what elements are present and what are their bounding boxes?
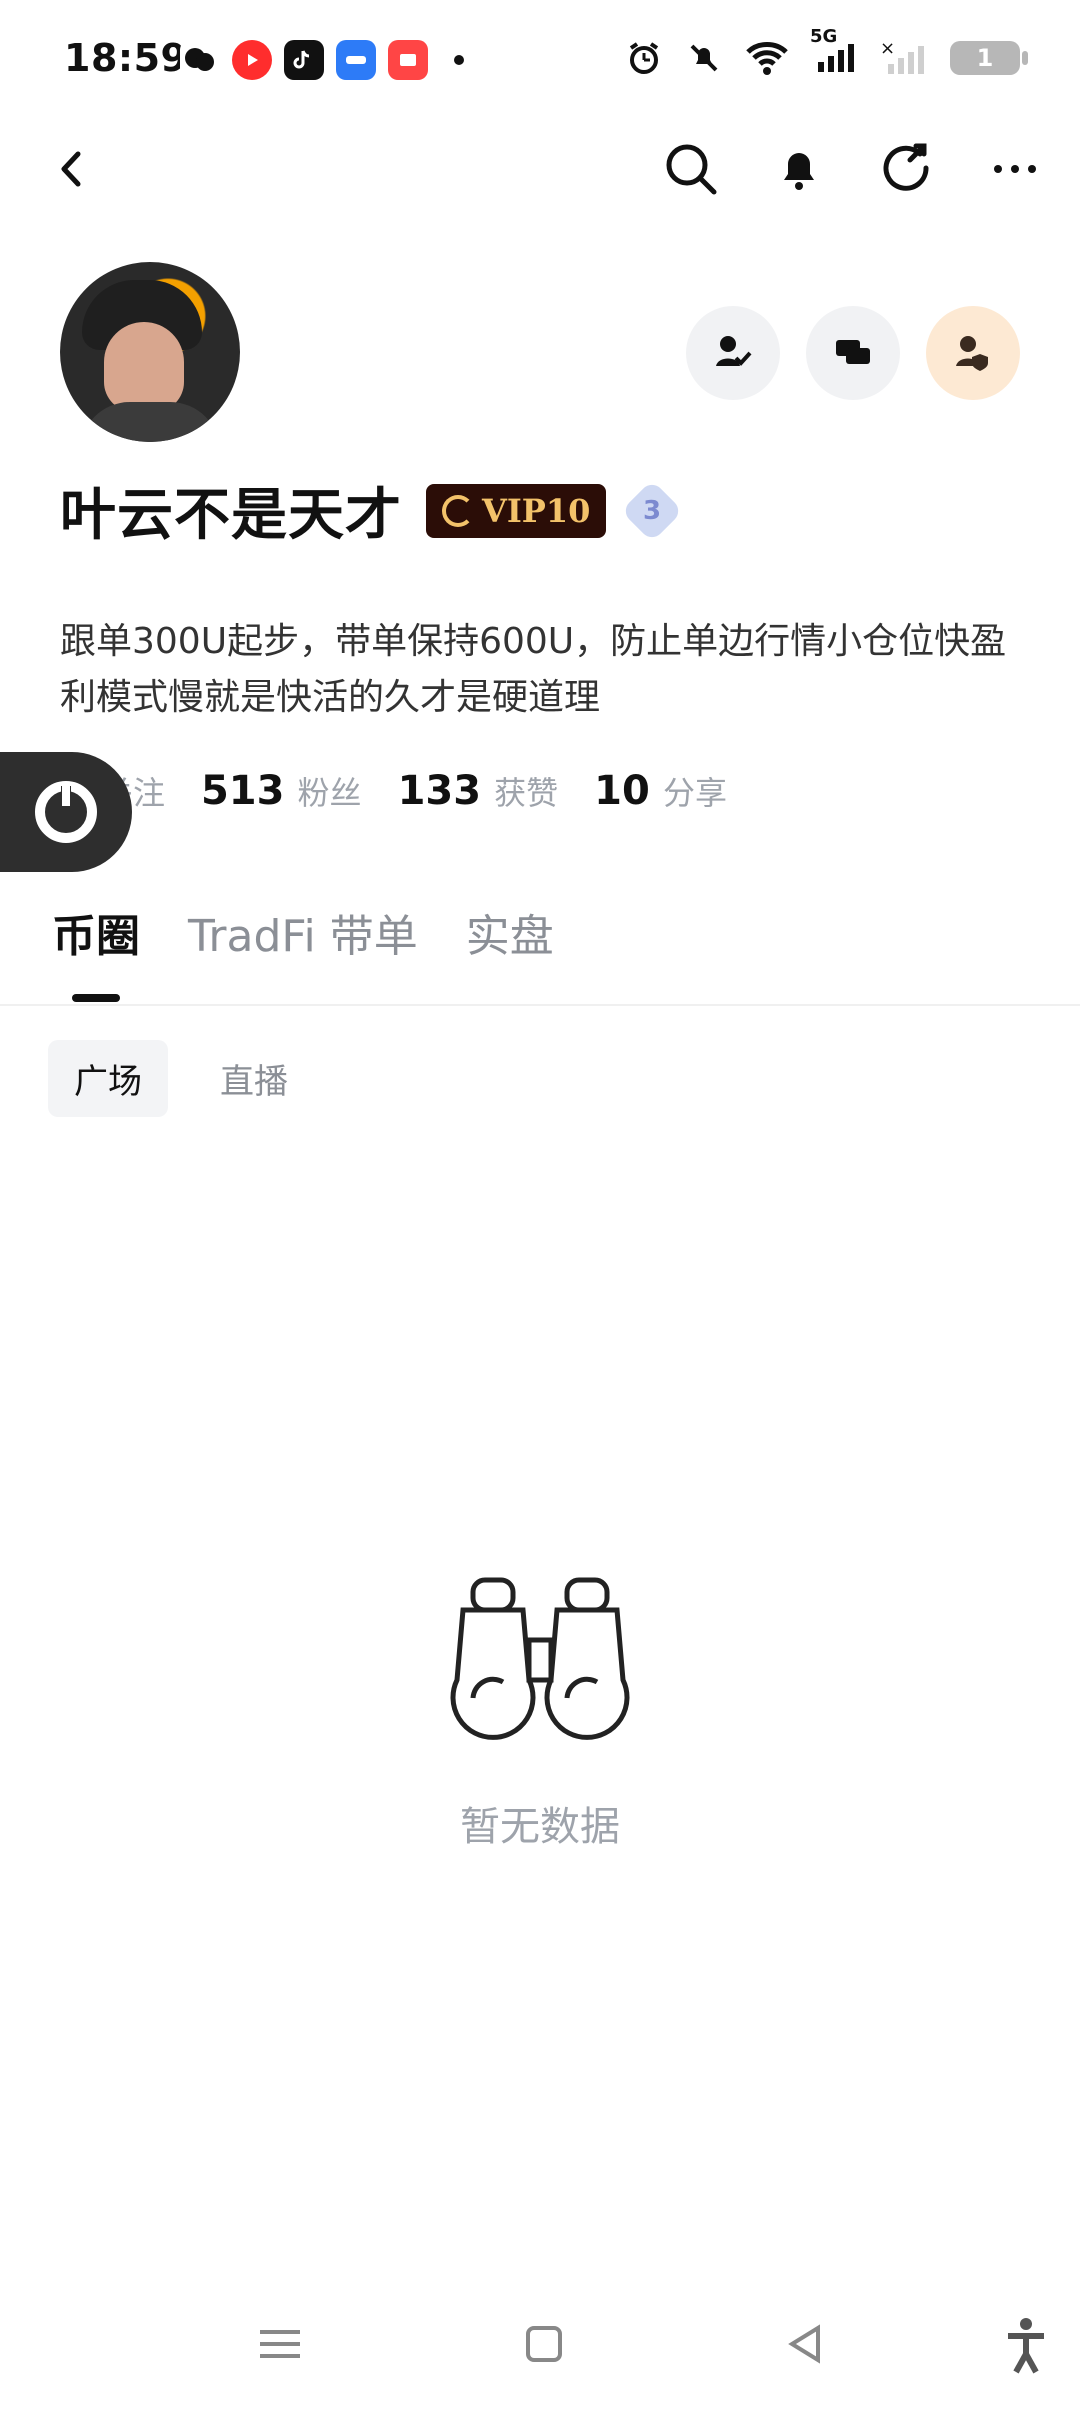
stat-likes-value: 133: [397, 768, 482, 814]
home-icon[interactable]: [512, 2312, 576, 2376]
avatar-shirt: [80, 402, 220, 442]
avatar[interactable]: [60, 262, 240, 442]
vip-ring-icon: [442, 494, 474, 527]
svg-text:×: ×: [880, 38, 895, 59]
tab-live-trading[interactable]: 实盘: [466, 900, 554, 964]
wifi-icon: [746, 42, 788, 75]
alarm-icon: [629, 42, 659, 74]
message-button[interactable]: [806, 306, 900, 400]
autohome-icon: [336, 40, 376, 80]
stat-followers-value: 513: [200, 768, 285, 814]
name-row: 叶云不是天才 VIP10 3: [60, 470, 684, 551]
user-shield-icon: [956, 336, 988, 371]
search-icon[interactable]: [662, 140, 720, 198]
tabs-divider: [0, 1004, 1080, 1006]
top-actions: [662, 140, 1044, 198]
notification-icons: [180, 40, 464, 80]
signal-off-icon: ×: [880, 38, 924, 74]
stat-followers[interactable]: 513 粉丝: [201, 768, 362, 814]
tab-crypto[interactable]: 币圈: [52, 900, 140, 964]
stat-shares[interactable]: 10 分享: [594, 768, 727, 814]
subtab-square[interactable]: 广场: [48, 1040, 168, 1117]
avatar-face: [104, 322, 184, 412]
vip-label: VIP10: [482, 491, 591, 530]
status-time: 18:59: [64, 36, 188, 80]
follow-check-button[interactable]: [686, 306, 780, 400]
tiktok-icon: [284, 40, 324, 80]
level-label: 3: [643, 495, 662, 526]
stat-likes-label: 获赞: [494, 774, 559, 812]
battery-level: 1: [976, 44, 994, 72]
tab-tradfi[interactable]: TradFi 带单: [188, 900, 418, 964]
network-label: 5G: [810, 26, 838, 47]
empty-state: 暂无数据: [0, 1570, 1080, 1852]
profile-stats: 6 关注 513 粉丝 133 获赞 10 分享: [60, 768, 727, 814]
top-navigation-bar: [0, 120, 1080, 230]
red-circle-icon: [232, 40, 272, 80]
stat-shares-value: 10: [594, 768, 650, 814]
refresh-circle-icon: [35, 781, 97, 843]
menu-icon[interactable]: [248, 2312, 312, 2376]
binoculars-icon: [450, 1577, 630, 1740]
tab-active-indicator: [72, 994, 120, 1002]
more-icon[interactable]: [986, 140, 1044, 198]
username: 叶云不是天才: [60, 483, 402, 548]
back-arrow-icon[interactable]: [48, 144, 98, 194]
back-icon[interactable]: [774, 2312, 838, 2376]
battery-icon: 1: [950, 41, 1028, 75]
empty-text: 暂无数据: [460, 1804, 620, 1850]
system-navigation-bar: [0, 2272, 1080, 2412]
profile-bio: 跟单300U起步，带单保持600U，防止单边行情小仓位快盈利模式慢就是快活的久才…: [60, 621, 1007, 718]
status-right: 5G × 1: [624, 26, 1028, 80]
status-bar: 18:59 5G × 1: [0, 0, 1080, 120]
share-icon[interactable]: [878, 140, 936, 198]
chat-icon: [836, 340, 870, 364]
stat-shares-label: 分享: [662, 774, 727, 812]
signal-5g-icon: 5G: [810, 26, 860, 80]
profile-actions: [686, 306, 1020, 400]
vip-badge: VIP10: [426, 483, 607, 538]
copy-trade-button[interactable]: [926, 306, 1020, 400]
more-notifications-dot: [454, 55, 464, 65]
subtab-live[interactable]: 直播: [194, 1040, 314, 1117]
wechat-icon: [180, 40, 220, 80]
accessibility-icon[interactable]: [994, 2312, 1058, 2376]
subtabs: 广场 直播: [48, 1040, 314, 1117]
stat-followers-label: 粉丝: [297, 774, 362, 812]
coupon-app-icon: [388, 40, 428, 80]
profile-tabs: 币圈 TradFi 带单 实盘: [52, 900, 554, 964]
user-check-icon: [716, 336, 752, 366]
stat-likes[interactable]: 133 获赞: [398, 768, 559, 814]
bell-icon[interactable]: [770, 140, 828, 198]
mute-icon: [690, 44, 718, 72]
level-badge: 3: [621, 479, 684, 542]
floating-assistant-button[interactable]: [0, 752, 132, 872]
